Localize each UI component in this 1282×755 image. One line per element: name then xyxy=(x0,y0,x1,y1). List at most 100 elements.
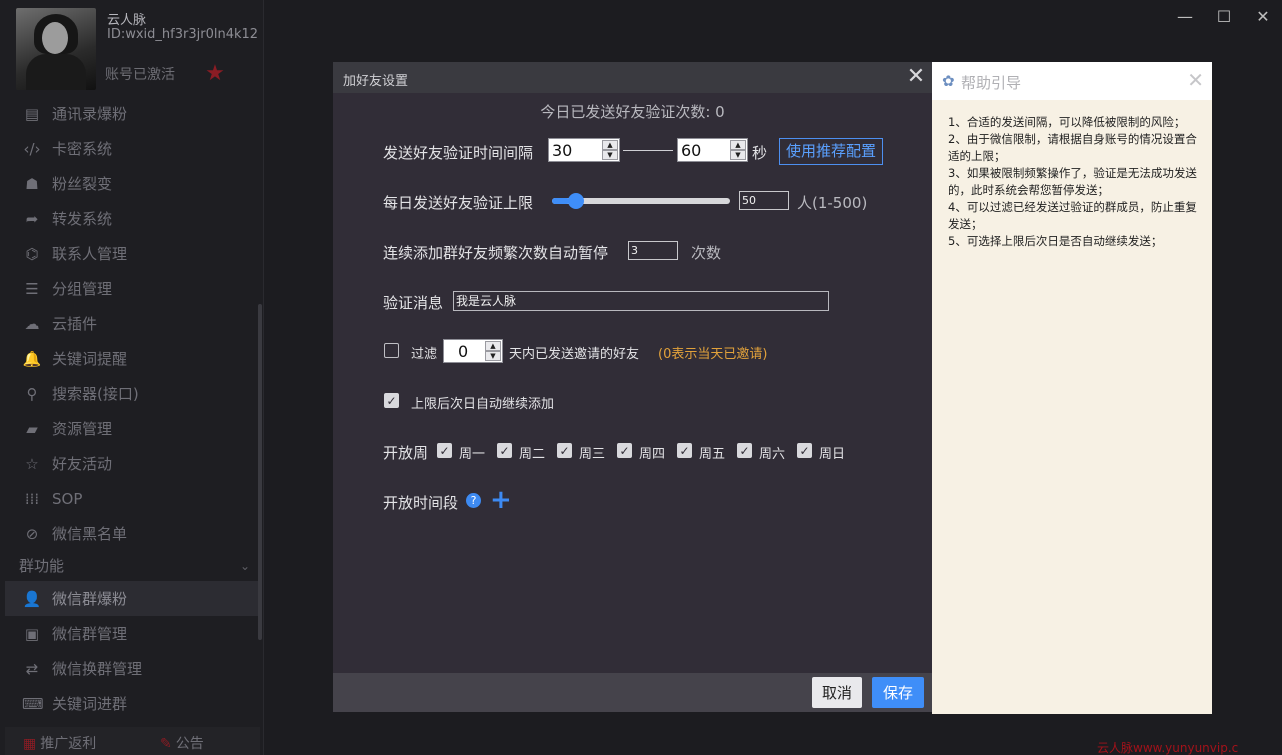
group-item-2[interactable]: ⇄ 微信换群管理 xyxy=(5,651,260,686)
sidebar-item-5[interactable]: ☰ 分组管理 xyxy=(5,271,260,306)
sidebar-item-1[interactable]: ‹/› 卡密系统 xyxy=(5,131,260,166)
step-down-icon[interactable]: ▼ xyxy=(485,351,501,361)
interval-min-stepper[interactable]: ▲▼ xyxy=(548,138,620,162)
group-item-1[interactable]: ▣ 微信群管理 xyxy=(5,616,260,651)
share-icon: ➦ xyxy=(25,209,39,228)
filter-hint: (0表示当天已邀请) xyxy=(658,347,768,362)
dialog-title: 加好友设置 xyxy=(343,74,409,89)
pause-count-input[interactable]: 3 xyxy=(628,241,678,260)
list-icon: ☰ xyxy=(25,279,39,298)
sidebar-scrollbar[interactable] xyxy=(258,304,262,640)
step-up-icon[interactable]: ▲ xyxy=(730,140,746,150)
step-up-icon[interactable]: ▲ xyxy=(485,341,501,351)
sidebar-item-4[interactable]: ⌬ 联系人管理 xyxy=(5,236,260,271)
dialog-close-icon[interactable]: ✕ xyxy=(904,65,928,89)
help-item: 3、如果被限制频繁操作了，验证是无法成功发送的，此时系统会帮您暂停发送； xyxy=(948,166,1197,197)
user-plus-icon: 👤 xyxy=(22,589,42,608)
group-section-header[interactable]: 群功能 ⌄ xyxy=(5,553,260,579)
range-dash xyxy=(623,150,673,151)
org-icon: ⌬ xyxy=(25,244,39,263)
promo-icon: ▦ xyxy=(23,736,37,752)
pen-icon: ✎ xyxy=(160,736,172,752)
watermark: 云人脉www.yunyunvip.c xyxy=(1097,741,1239,755)
sidebar-item-label: 关键词提醒 xyxy=(52,350,128,368)
sidebar-item-12[interactable]: ⊘ 微信黑名单 xyxy=(5,516,260,551)
slider-thumb[interactable] xyxy=(568,193,584,209)
use-recommended-button[interactable]: 使用推荐配置 xyxy=(779,138,883,165)
verification-message-input[interactable]: 我是云人脉 xyxy=(453,291,829,311)
step-up-icon[interactable]: ▲ xyxy=(602,140,618,150)
sidebar-item-7[interactable]: 🔔 关键词提醒 xyxy=(5,341,260,376)
help-close-icon[interactable]: ✕ xyxy=(1187,68,1204,92)
interval-unit: 秒 xyxy=(752,144,768,162)
profile-nickname: 云人脉 xyxy=(107,13,147,28)
weekday-checkbox[interactable]: ✓ xyxy=(737,443,752,458)
add-icon[interactable]: + xyxy=(490,487,512,513)
help-item: 5、可选择上限后次日是否自动继续发送； xyxy=(948,234,1163,248)
weekday-label: 周二 xyxy=(519,447,546,462)
filter-checkbox[interactable] xyxy=(384,343,399,358)
sidebar-item-label: 微信黑名单 xyxy=(52,525,128,543)
interval-min-input[interactable] xyxy=(552,141,600,160)
bell-icon: 🔔 xyxy=(22,349,42,368)
continue-checkbox[interactable]: ✓ xyxy=(384,393,399,408)
star-icon: ☆ xyxy=(25,454,39,473)
sidebar-item-label: 转发系统 xyxy=(52,210,113,228)
add-friend-settings-dialog: 加好友设置 ✕ 今日已发送好友验证次数: 0 发送好友验证时间间隔 ▲▼ ▲▼ … xyxy=(333,62,932,712)
promo-link[interactable]: ▦ 推广返利 xyxy=(23,733,96,753)
weekday-checkbox[interactable]: ✓ xyxy=(497,443,512,458)
filter-days-stepper[interactable]: ▲▼ xyxy=(443,339,503,363)
minimize-icon[interactable]: — xyxy=(1174,6,1196,28)
filter-suffix: 天内已发送邀请的好友 xyxy=(509,347,640,362)
sidebar-item-3[interactable]: ➦ 转发系统 xyxy=(5,201,260,236)
account-status: 账号已激活 xyxy=(105,67,175,83)
save-button[interactable]: 保存 xyxy=(872,677,924,708)
step-down-icon[interactable]: ▼ xyxy=(602,150,618,160)
weekday-checkbox[interactable]: ✓ xyxy=(797,443,812,458)
sidebar-item-0[interactable]: ▤ 通讯录爆粉 xyxy=(5,96,260,131)
week-label: 开放周 xyxy=(383,444,429,462)
close-icon[interactable]: ✕ xyxy=(1252,6,1274,28)
group-item-3[interactable]: ⌨ 关键词进群 xyxy=(5,686,260,721)
weekday-label: 周一 xyxy=(459,447,486,462)
pause-label: 连续添加群好友频繁次数自动暂停 xyxy=(383,244,609,262)
step-down-icon[interactable]: ▼ xyxy=(730,150,746,160)
sidebar-item-label: 粉丝裂变 xyxy=(52,175,113,193)
puzzle-icon: ✿ xyxy=(942,72,955,90)
interval-max-stepper[interactable]: ▲▼ xyxy=(677,138,748,162)
sidebar-item-8[interactable]: ⚲ 搜索器(接口) xyxy=(5,376,260,411)
profile-card: 云人脉 ID:wxid_hf3r3jr0ln4k12 账号已激活 ★ xyxy=(0,0,264,96)
weekday-checkbox[interactable]: ✓ xyxy=(677,443,692,458)
chevron-down-icon[interactable]: ⌄ xyxy=(240,553,250,579)
sidebar-bottom-bar: ▦ 推广返利 ✎ 公告 xyxy=(5,727,260,755)
group-item-0[interactable]: 👤 微信群爆粉 xyxy=(5,581,260,616)
weekday-checkbox[interactable]: ✓ xyxy=(617,443,632,458)
today-sent-count: 今日已发送好友验证次数: 0 xyxy=(540,103,725,121)
ban-icon: ⊘ xyxy=(25,524,39,543)
interval-max-input[interactable] xyxy=(681,141,729,160)
notice-link[interactable]: ✎ 公告 xyxy=(160,733,204,753)
avatar[interactable] xyxy=(16,8,96,90)
filter-label: 过滤 xyxy=(411,347,438,362)
daily-limit-input[interactable]: 50 xyxy=(739,191,789,210)
dialog-footer: 取消 保存 xyxy=(333,673,932,712)
sidebar-item-11[interactable]: ⁞⁞⁞ SOP xyxy=(5,481,260,516)
promo-label: 推广返利 xyxy=(40,736,97,752)
sidebar-item-2[interactable]: ☗ 粉丝裂变 xyxy=(5,166,260,201)
maximize-icon[interactable]: ☐ xyxy=(1213,6,1235,28)
question-icon[interactable]: ? xyxy=(466,493,481,508)
users-icon: ☗ xyxy=(25,174,39,193)
help-item: 2、由于微信限制，请根据自身账号的情况设置合适的上限； xyxy=(948,132,1197,163)
sidebar-item-9[interactable]: ▰ 资源管理 xyxy=(5,411,260,446)
daily-limit-range: 人(1-500) xyxy=(797,194,868,212)
group-item-label: 微信群管理 xyxy=(52,625,128,643)
sidebar-item-10[interactable]: ☆ 好友活动 xyxy=(5,446,260,481)
contacts-icon: ▤ xyxy=(24,104,40,123)
weekday-checkbox[interactable]: ✓ xyxy=(557,443,572,458)
help-header: ✿ 帮助引导 ✕ xyxy=(932,62,1212,100)
sidebar-item-6[interactable]: ☁ 云插件 xyxy=(5,306,260,341)
search-icon: ⚲ xyxy=(26,384,38,403)
daily-limit-slider[interactable] xyxy=(552,193,730,209)
cancel-button[interactable]: 取消 xyxy=(812,677,862,708)
weekday-checkbox[interactable]: ✓ xyxy=(437,443,452,458)
